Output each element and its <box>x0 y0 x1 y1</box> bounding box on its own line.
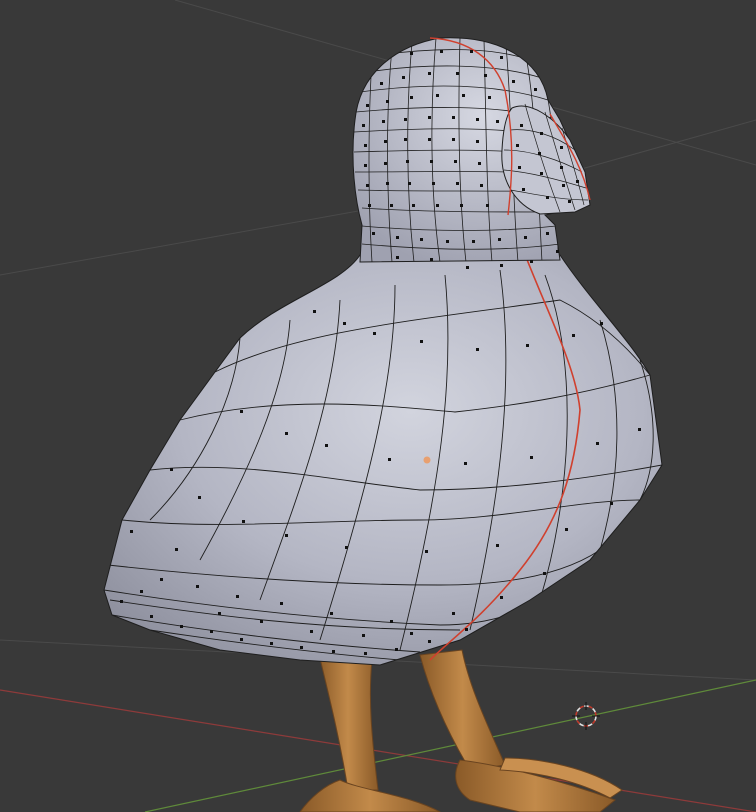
object-origin-point[interactable] <box>423 456 431 464</box>
bird-body-mesh[interactable] <box>103 214 663 666</box>
3d-viewport[interactable] <box>0 0 756 812</box>
3d-cursor-icon[interactable] <box>572 702 600 730</box>
viewport-canvas[interactable] <box>0 0 756 812</box>
bird-legs[interactable] <box>299 649 623 812</box>
bird-head-mesh[interactable] <box>352 37 591 269</box>
